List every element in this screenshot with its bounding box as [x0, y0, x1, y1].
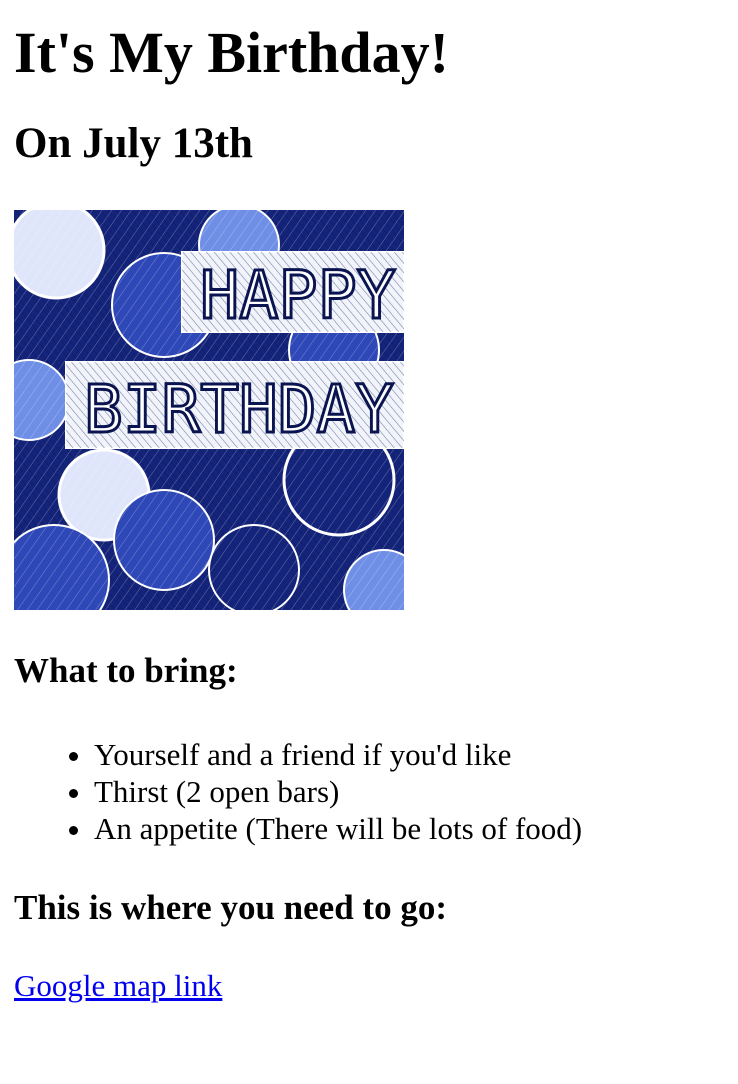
list-item: Yourself and a friend if you'd like — [94, 736, 724, 773]
list-item: An appetite (There will be lots of food) — [94, 810, 724, 847]
page-title: It's My Birthday! — [14, 20, 449, 85]
page-subtitle: On July 13th — [14, 120, 253, 167]
image-text-happy: HAPPY — [200, 257, 396, 334]
map-link-paragraph: Google map link — [14, 967, 724, 1004]
list-item: Thirst (2 open bars) — [94, 773, 724, 810]
what-to-bring-heading: What to bring: — [14, 651, 238, 690]
google-map-link[interactable]: Google map link — [14, 968, 222, 1003]
location-heading: This is where you need to go: — [14, 888, 447, 927]
image-text-birthday: BIRTHDAY — [84, 371, 394, 448]
bring-list: Yourself and a friend if you'd like Thir… — [14, 736, 724, 847]
birthday-image: HAPPY BIRTHDAY — [14, 210, 404, 610]
